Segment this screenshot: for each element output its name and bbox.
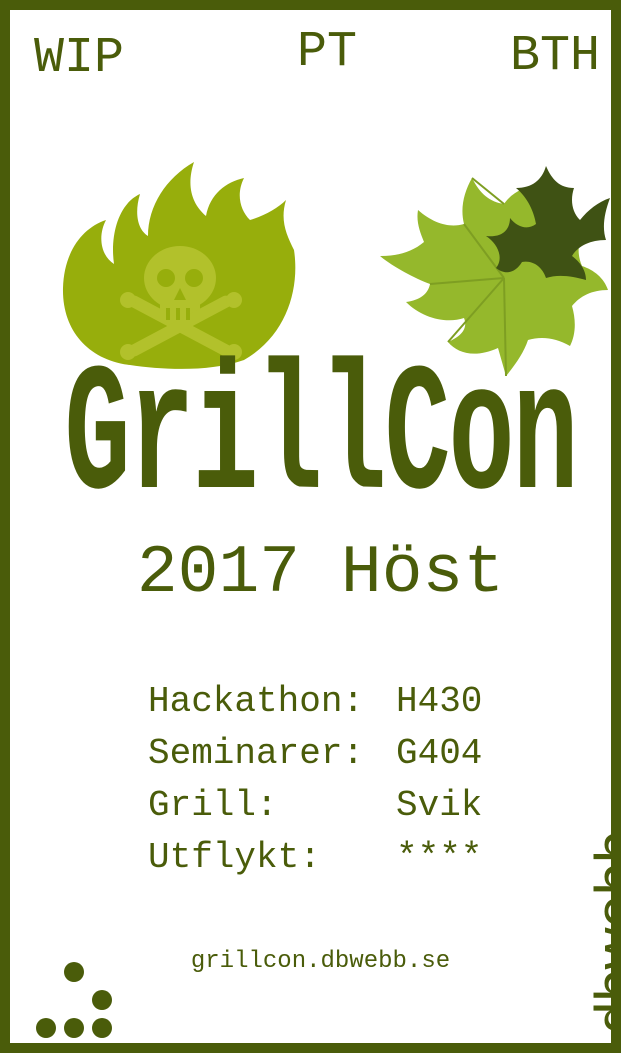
schedule-value: **** — [396, 837, 483, 878]
event-title: GrillCon — [64, 336, 578, 544]
corner-label-middle: PT — [297, 24, 358, 81]
schedule-row: Seminarer: G404 — [148, 728, 482, 780]
schedule-label: Hackathon: — [148, 681, 365, 722]
schedule-value: H430 — [396, 681, 483, 722]
schedule-row: Utflykt: **** — [148, 832, 482, 884]
schedule-row: Hackathon: H430 — [148, 676, 482, 728]
schedule-label: Grill: — [148, 785, 278, 826]
schedule-row: Grill: Svik — [148, 780, 482, 832]
corner-label-left: WIP — [34, 30, 125, 87]
schedule-label: Utflykt: — [148, 837, 321, 878]
event-subtitle: 2017 Höst — [136, 535, 505, 612]
dbwebb-vertical-logo: .dbwebb — [584, 830, 621, 1050]
schedule-value: G404 — [396, 733, 483, 774]
corner-label-right: BTH — [510, 28, 601, 85]
dots-logo-icon — [36, 962, 112, 1038]
grillcon-card: WIP PT BTH GrillCon 2017 Höst Hackathon:… — [0, 0, 621, 1053]
schedule-value: Svik — [396, 785, 483, 826]
schedule-label: Seminarer: — [148, 733, 365, 774]
schedule-list: Hackathon: H430 Seminarer: G404 Grill: S… — [148, 676, 482, 884]
